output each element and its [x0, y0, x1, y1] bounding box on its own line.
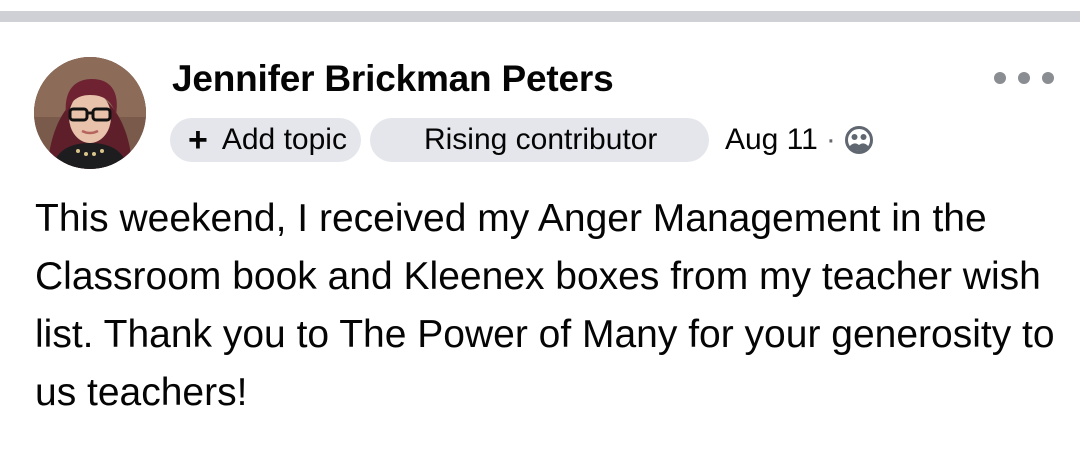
friends-privacy-icon[interactable] [844, 125, 874, 155]
post-body-text: This weekend, I received my Anger Manage… [35, 197, 1055, 414]
more-options-icon [994, 72, 1006, 84]
more-options-icon-dot [1018, 72, 1030, 84]
post-meta: + Add topic Rising contributor Aug 11 · [170, 118, 874, 162]
more-options-icon-dot [1042, 72, 1054, 84]
post-card: Jennifer Brickman Peters + Add topic Ris… [0, 22, 1080, 470]
plus-icon: + [188, 121, 208, 159]
author-name[interactable]: Jennifer Brickman Peters [172, 58, 614, 100]
profile-photo [34, 57, 146, 169]
more-options-button[interactable] [994, 66, 1054, 90]
meta-separator: · [825, 123, 836, 156]
avatar[interactable] [34, 57, 146, 169]
feed-divider [0, 11, 1080, 22]
add-topic-button[interactable]: + Add topic [170, 118, 361, 162]
rising-contributor-badge[interactable]: Rising contributor [369, 118, 709, 162]
add-topic-label: Add topic [221, 123, 347, 156]
badge-label: Rising contributor [423, 123, 658, 156]
post-date[interactable]: Aug 11 [725, 123, 818, 157]
